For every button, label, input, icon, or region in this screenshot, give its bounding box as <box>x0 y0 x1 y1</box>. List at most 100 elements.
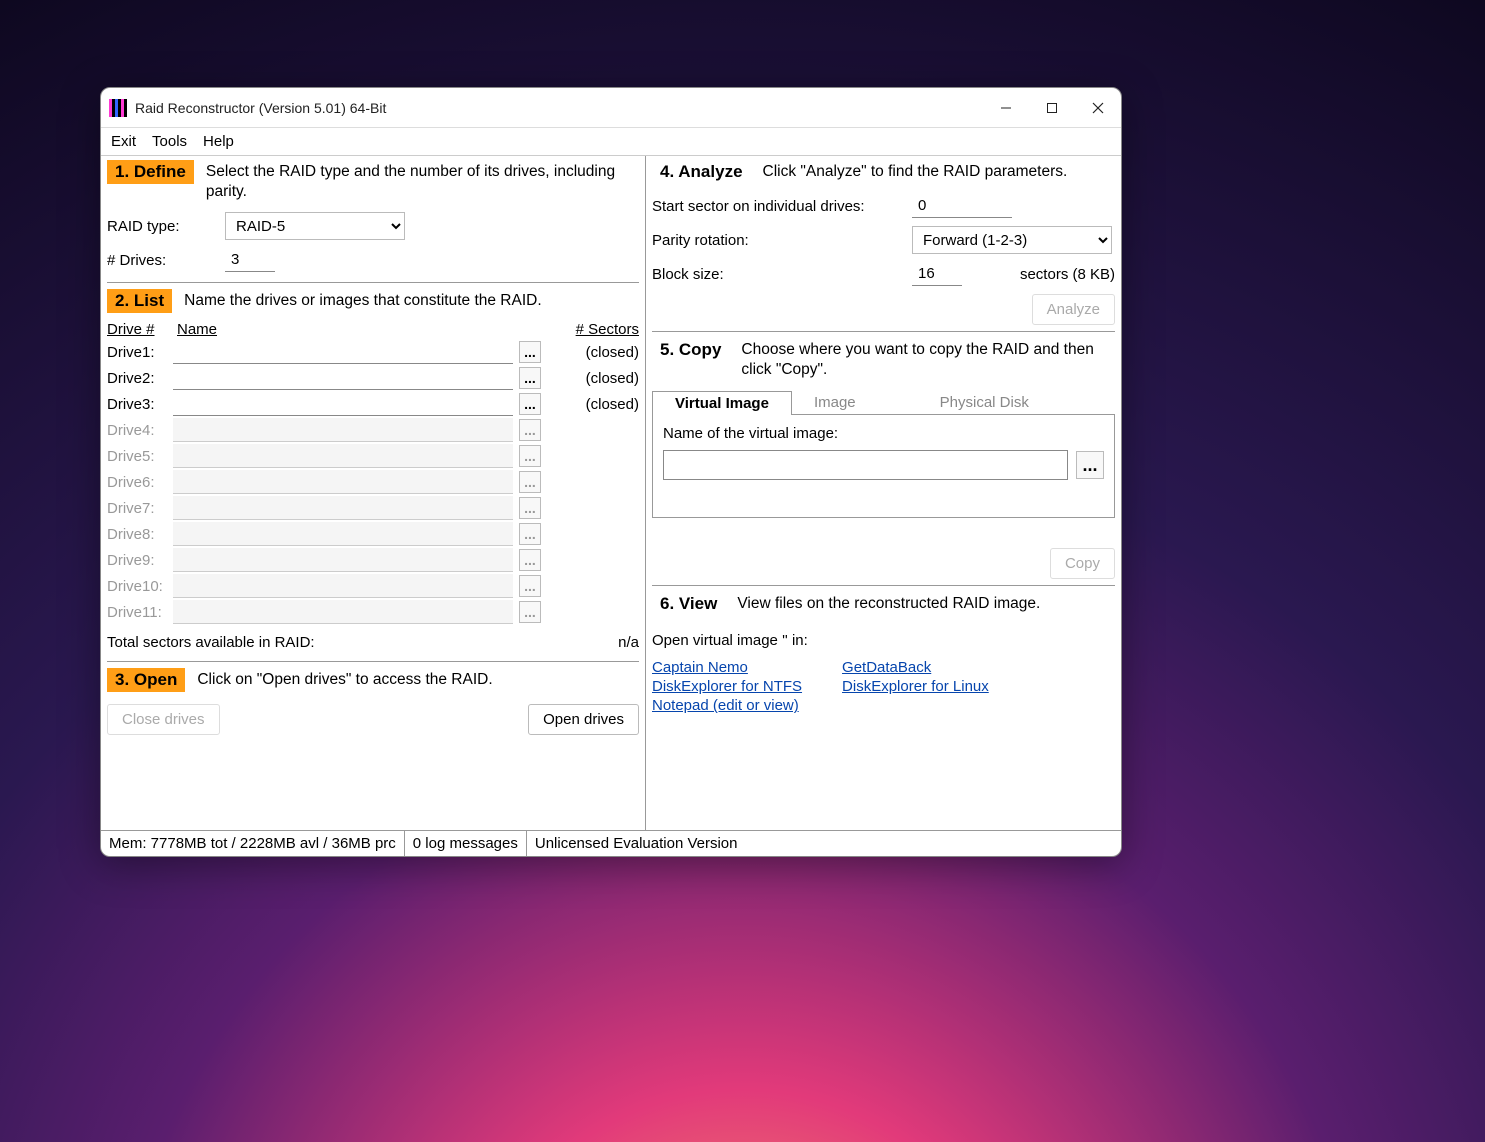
step-1-label: 1. Define <box>107 160 194 184</box>
drive-status: (closed) <box>547 370 639 387</box>
right-column: 4. Analyze Click "Analyze" to find the R… <box>646 156 1121 830</box>
window-controls <box>983 88 1121 128</box>
drive-label: Drive6: <box>107 474 167 491</box>
drive-path-input <box>173 574 513 598</box>
drive-browse-button[interactable]: ... <box>519 341 541 363</box>
status-license: Unlicensed Evaluation Version <box>527 831 1121 856</box>
block-size-suffix: sectors (8 KB) <box>1020 266 1115 283</box>
drive-path-input[interactable] <box>173 366 513 390</box>
drive-row: Drive3:...(closed) <box>107 392 639 416</box>
drive-browse-button[interactable]: ... <box>519 367 541 389</box>
block-size-input[interactable] <box>912 262 962 286</box>
totals-row: Total sectors available in RAID: n/a <box>107 634 639 651</box>
start-sector-input[interactable] <box>912 194 1012 218</box>
drive-label: Drive9: <box>107 552 167 569</box>
app-icon <box>109 99 127 117</box>
step-6-desc: View files on the reconstructed RAID ima… <box>737 592 1040 614</box>
drive-browse-button[interactable]: ... <box>519 393 541 415</box>
drive-browse-button: ... <box>519 601 541 623</box>
titlebar: Raid Reconstructor (Version 5.01) 64-Bit <box>101 88 1121 128</box>
hdr-name: Name <box>177 321 576 338</box>
tab-physical-disk[interactable]: Physical Disk <box>918 391 1051 415</box>
content-area: 1. Define Select the RAID type and the n… <box>101 156 1121 830</box>
drive-browse-button: ... <box>519 549 541 571</box>
drive-row: Drive8:... <box>107 522 639 546</box>
link-notepad[interactable]: Notepad (edit or view) <box>652 697 802 714</box>
drive-row: Drive2:... (closed) <box>107 366 639 390</box>
step-6-label: 6. View <box>652 592 725 616</box>
minimize-button[interactable] <box>983 88 1029 128</box>
step-4-label: 4. Analyze <box>652 160 751 184</box>
drive-list-header: Drive # Name # Sectors <box>107 321 639 338</box>
menu-tools[interactable]: Tools <box>152 133 187 150</box>
hdr-sectors: # Sectors <box>576 321 639 338</box>
drive-path-input[interactable] <box>173 340 513 364</box>
link-diskexplorer-linux[interactable]: DiskExplorer for Linux <box>842 678 989 695</box>
totals-value: n/a <box>618 634 639 651</box>
raid-type-select[interactable]: RAID-5 <box>225 212 405 240</box>
step-5-label: 5. Copy <box>652 338 729 362</box>
close-button[interactable] <box>1075 88 1121 128</box>
app-window: Raid Reconstructor (Version 5.01) 64-Bit… <box>100 87 1122 857</box>
statusbar: Mem: 7778MB tot / 2228MB avl / 36MB prc … <box>101 830 1121 856</box>
drive-browse-button: ... <box>519 471 541 493</box>
drive-browse-button: ... <box>519 575 541 597</box>
drive-path-input <box>173 600 513 624</box>
menubar: Exit Tools Help <box>101 128 1121 156</box>
tab-virtual-image[interactable]: Virtual Image <box>652 391 792 415</box>
virtual-image-name-label: Name of the virtual image: <box>663 425 1104 442</box>
drive-path-input[interactable] <box>173 392 513 416</box>
view-links: Captain Nemo DiskExplorer for NTFS Notep… <box>652 659 1115 714</box>
drive-path-input <box>173 548 513 572</box>
drive-label: Drive4: <box>107 422 167 439</box>
drive-label: Drive8: <box>107 526 167 543</box>
step-5-desc: Choose where you want to copy the RAID a… <box>741 338 1115 380</box>
step-3-desc: Click on "Open drives" to access the RAI… <box>197 668 492 690</box>
virtual-image-name-input[interactable] <box>663 450 1068 480</box>
link-diskexplorer-ntfs[interactable]: DiskExplorer for NTFS <box>652 678 802 695</box>
copy-tabs: Virtual Image Image Physical Disk <box>652 390 1115 414</box>
drive-label: Drive3: <box>107 396 167 413</box>
drive-path-input <box>173 418 513 442</box>
drive-row: Drive7:... <box>107 496 639 520</box>
totals-label: Total sectors available in RAID: <box>107 634 315 651</box>
open-drives-button[interactable]: Open drives <box>528 704 639 735</box>
analyze-button[interactable]: Analyze <box>1032 294 1115 325</box>
drive-row: Drive1:...(closed) <box>107 340 639 364</box>
drive-label: Drive11: <box>107 604 167 621</box>
parity-label: Parity rotation: <box>652 232 902 249</box>
close-drives-button[interactable]: Close drives <box>107 704 220 735</box>
maximize-button[interactable] <box>1029 88 1075 128</box>
copy-button[interactable]: Copy <box>1050 548 1115 579</box>
drive-status: (closed) <box>547 344 639 361</box>
link-captain-nemo[interactable]: Captain Nemo <box>652 659 802 676</box>
start-sector-label: Start sector on individual drives: <box>652 198 902 215</box>
drive-browse-button: ... <box>519 497 541 519</box>
drive-label: Drive5: <box>107 448 167 465</box>
status-log: 0 log messages <box>405 831 527 856</box>
block-size-label: Block size: <box>652 266 902 283</box>
parity-select[interactable]: Forward (1-2-3) <box>912 226 1112 254</box>
step-1-desc: Select the RAID type and the number of i… <box>206 160 639 202</box>
tab-image[interactable]: Image <box>792 391 878 415</box>
step-4-desc: Click "Analyze" to find the RAID paramet… <box>763 160 1068 182</box>
drive-label: Drive2: <box>107 370 167 387</box>
section-6-head: 6. View View files on the reconstructed … <box>652 592 1115 616</box>
section-2-head: 2. List Name the drives or images that c… <box>107 289 639 313</box>
section-4-head: 4. Analyze Click "Analyze" to find the R… <box>652 160 1115 184</box>
drive-row: Drive11:... <box>107 600 639 624</box>
section-5-head: 5. Copy Choose where you want to copy th… <box>652 338 1115 380</box>
link-getdataback[interactable]: GetDataBack <box>842 659 989 676</box>
num-drives-input[interactable] <box>225 248 275 272</box>
open-in-label: Open virtual image '' in: <box>652 632 1115 649</box>
menu-help[interactable]: Help <box>203 133 234 150</box>
drive-label: Drive7: <box>107 500 167 517</box>
drive-browse-button: ... <box>519 419 541 441</box>
drive-path-input <box>173 444 513 468</box>
step-2-desc: Name the drives or images that constitut… <box>184 289 542 311</box>
virtual-image-browse-button[interactable]: ... <box>1076 451 1104 479</box>
drive-browse-button: ... <box>519 523 541 545</box>
menu-exit[interactable]: Exit <box>111 133 136 150</box>
drive-browse-button: ... <box>519 445 541 467</box>
section-1-head: 1. Define Select the RAID type and the n… <box>107 160 639 202</box>
